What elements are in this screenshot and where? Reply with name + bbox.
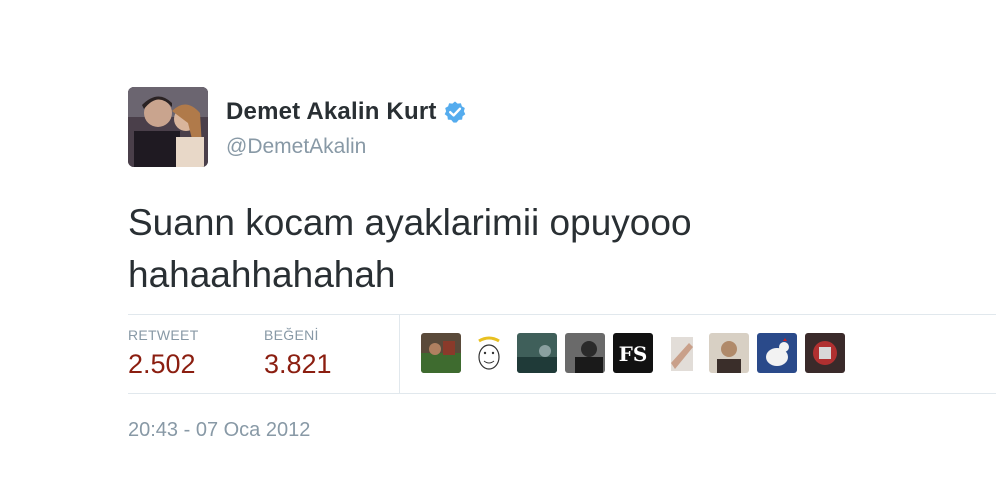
retweet-stat[interactable]: RETWEET 2.502: [128, 315, 264, 380]
verified-badge-icon: [443, 100, 467, 124]
like-stat[interactable]: BEĞENİ 3.821: [264, 315, 399, 380]
retweet-count: 2.502: [128, 349, 196, 379]
liker-avatar-2[interactable]: [469, 333, 509, 373]
fullname-row: Demet Akalin Kurt: [226, 98, 467, 126]
author-handle[interactable]: @DemetAkalin: [226, 135, 467, 159]
liker-avatars: FS: [421, 315, 853, 373]
liker-avatar-7[interactable]: [709, 333, 749, 373]
author-names: Demet Akalin Kurt @DemetAkalin: [226, 87, 467, 159]
retweet-label: RETWEET: [128, 327, 199, 343]
tweet-stats: RETWEET 2.502 BEĞENİ 3.821 FS: [128, 314, 996, 394]
tweet-header: Demet Akalin Kurt @DemetAkalin: [128, 87, 996, 167]
svg-text:FS: FS: [619, 342, 648, 366]
tweet-timestamp[interactable]: 20:43 - 07 Oca 2012: [128, 419, 310, 442]
tweet-text-line-1: Suann kocam ayaklarimii opuyooo: [128, 202, 692, 243]
liker-avatar-6[interactable]: [661, 333, 701, 373]
liker-avatar-4[interactable]: [565, 333, 605, 373]
liker-avatar-8-rooster[interactable]: [757, 333, 797, 373]
tweet-text: Suann kocam ayaklarimii opuyooo hahaahha…: [128, 197, 888, 301]
liker-avatar-9[interactable]: [805, 333, 845, 373]
like-label: BEĞENİ: [264, 327, 319, 343]
like-count: 3.821: [264, 349, 332, 379]
tweet-text-line-2: hahaahhahahah: [128, 254, 396, 295]
liker-avatar-1[interactable]: [421, 333, 461, 373]
author-avatar[interactable]: [128, 87, 208, 167]
tweet-card: Demet Akalin Kurt @DemetAkalin Suann koc…: [128, 87, 996, 441]
stats-divider: [399, 315, 400, 393]
author-name[interactable]: Demet Akalin Kurt: [226, 98, 437, 126]
avatar-photo: [128, 87, 208, 167]
liker-avatar-3[interactable]: [517, 333, 557, 373]
liker-avatar-5-fs-logo[interactable]: FS: [613, 333, 653, 373]
